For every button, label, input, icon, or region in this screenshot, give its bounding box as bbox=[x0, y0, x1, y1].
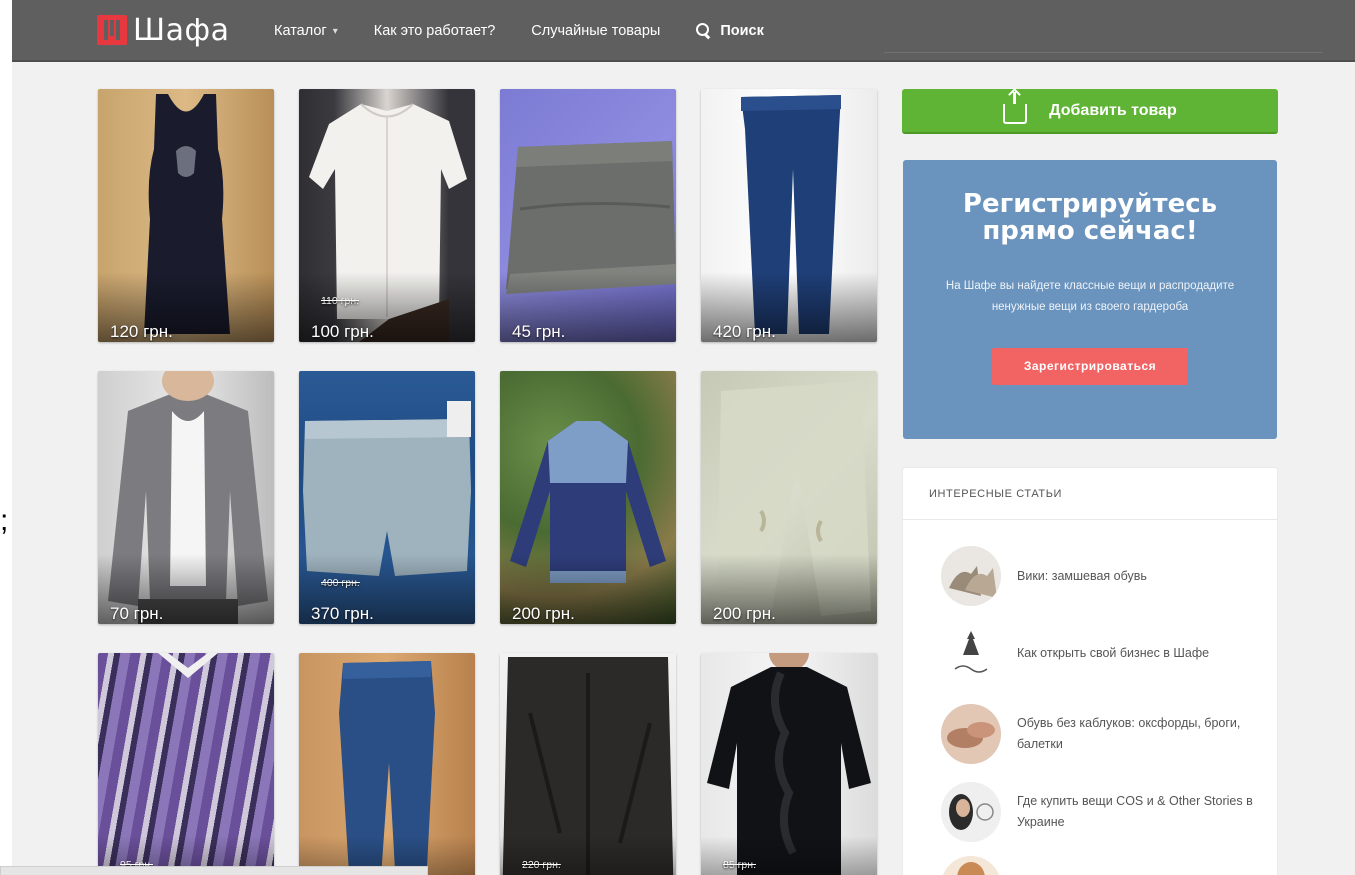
register-panel: Регистрируйтесь прямо сейчас! На Шафе вы… bbox=[903, 160, 1277, 439]
product-card[interactable]: 95 грн. bbox=[98, 653, 274, 875]
product-price: 420 грн. bbox=[713, 322, 776, 341]
product-card[interactable]: 220 грн. bbox=[500, 653, 676, 875]
article-thumbnail bbox=[941, 546, 1001, 606]
article-thumbnail bbox=[941, 623, 1001, 683]
register-title: Регистрируйтесь прямо сейчас! bbox=[962, 189, 1218, 246]
shafa-logo-icon bbox=[97, 15, 127, 45]
article-item[interactable]: Где купить вещи COS и & Other Stories в … bbox=[941, 782, 1261, 842]
nav-random-items-label: Случайные товары bbox=[531, 23, 661, 39]
article-item[interactable]: Вики: замшевая обувь bbox=[941, 546, 1261, 606]
product-price: 200 грн. bbox=[512, 604, 575, 623]
product-price: 70 грн. bbox=[110, 604, 164, 623]
product-price: 100 грн. bbox=[311, 322, 374, 341]
search-icon bbox=[696, 23, 712, 39]
add-item-button[interactable]: Добавить товар bbox=[902, 89, 1278, 134]
article-item[interactable]: Как открыть свой бизнес в Шафе bbox=[941, 623, 1261, 683]
product-card[interactable]: 200 грн. bbox=[701, 371, 877, 624]
article-item[interactable] bbox=[941, 856, 1261, 875]
chevron-down-icon: ▾ bbox=[332, 25, 338, 37]
old-price: 110 грн. bbox=[321, 295, 360, 307]
nav-how-it-works-label: Как это работает? bbox=[373, 23, 496, 39]
nav-catalog-label: Каталог bbox=[274, 23, 327, 39]
product-card[interactable]: 45 грн. bbox=[500, 89, 676, 342]
product-card[interactable]: 70 грн. bbox=[98, 371, 274, 624]
upload-icon bbox=[1003, 91, 1028, 124]
articles-panel: ИНТЕРЕСНЫЕ СТАТЬИ Вики: замшевая обувь К… bbox=[903, 468, 1277, 875]
nav-links: Каталог ▾ Как это работает? Случайные то… bbox=[274, 0, 800, 62]
register-button[interactable]: Зарегистрироваться bbox=[992, 348, 1188, 386]
product-card[interactable]: 400 грн. 370 грн. bbox=[299, 371, 475, 624]
old-price: 220 грн. bbox=[522, 859, 561, 871]
article-title: Где купить вещи COS и & Other Stories в … bbox=[1017, 794, 1253, 829]
product-grid: 120 грн. 110 грн. 100 грн. 45 грн. 420 г… bbox=[98, 89, 877, 875]
old-price: 85 грн. bbox=[723, 859, 756, 871]
product-card[interactable]: 85 грн. bbox=[701, 653, 877, 875]
edge-artifact: ; bbox=[0, 504, 9, 537]
nav-how-it-works[interactable]: Как это работает? bbox=[374, 23, 496, 39]
product-card[interactable]: 110 грн. 100 грн. bbox=[299, 89, 475, 342]
article-title: Вики: замшевая обувь bbox=[1017, 568, 1147, 583]
nav-random-items[interactable]: Случайные товары bbox=[531, 23, 660, 39]
nav-search[interactable]: Поиск bbox=[696, 23, 764, 39]
brand-logo[interactable]: Шафа bbox=[97, 10, 230, 50]
nav-catalog[interactable]: Каталог ▾ bbox=[274, 23, 338, 39]
nav-divider bbox=[884, 52, 1322, 53]
article-thumbnail bbox=[941, 704, 1001, 764]
brand-name: Шафа bbox=[133, 12, 230, 48]
product-price: 200 грн. bbox=[713, 604, 776, 623]
product-price: 370 грн. bbox=[311, 604, 374, 623]
nav-search-label: Поиск bbox=[720, 23, 764, 39]
product-card[interactable]: 200 грн. bbox=[500, 371, 676, 624]
article-thumbnail bbox=[941, 782, 1001, 842]
article-title: Как открыть свой бизнес в Шафе bbox=[1017, 645, 1210, 660]
article-title: Обувь без каблуков: оксфорды, броги, бал… bbox=[1017, 716, 1241, 751]
product-card[interactable] bbox=[299, 653, 475, 875]
product-card[interactable]: 120 грн. bbox=[98, 89, 274, 342]
product-price: 120 грн. bbox=[110, 322, 173, 341]
add-item-label: Добавить товар bbox=[1049, 101, 1177, 119]
old-price: 400 грн. bbox=[321, 577, 360, 589]
article-thumbnail bbox=[941, 856, 1001, 875]
article-item[interactable]: Обувь без каблуков: оксфорды, броги, бал… bbox=[941, 704, 1261, 764]
product-card[interactable]: 420 грн. bbox=[701, 89, 877, 342]
articles-heading: ИНТЕРЕСНЫЕ СТАТЬИ bbox=[903, 468, 1277, 520]
browser-status-bar bbox=[0, 866, 428, 875]
top-navbar: Шафа Каталог ▾ Как это работает? Случайн… bbox=[12, 0, 1355, 62]
product-price: 45 грн. bbox=[512, 322, 566, 341]
register-description: На Шафе вы найдете классные вещи и распр… bbox=[945, 280, 1235, 313]
